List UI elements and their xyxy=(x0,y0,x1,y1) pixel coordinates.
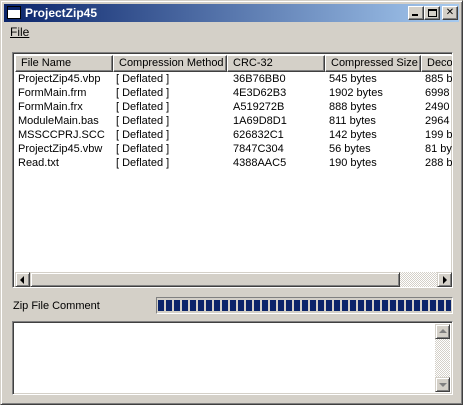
scroll-track[interactable] xyxy=(435,339,450,377)
list-header: File Name Compression Method CRC-32 Comp… xyxy=(15,55,452,72)
app-window-icon[interactable] xyxy=(7,6,21,19)
cell-file-name: ModuleMain.bas xyxy=(18,115,99,127)
cell-file-name: FormMain.frm xyxy=(18,87,87,99)
column-header-compression-method[interactable]: Compression Method xyxy=(113,55,227,72)
vertical-scrollbar[interactable] xyxy=(435,324,450,392)
list-body: ProjectZip45.vbp [ Deflated ] 36B76BB0 5… xyxy=(15,72,452,270)
cell-crc-32: A519272B xyxy=(233,101,285,113)
menu-file[interactable]: File xyxy=(10,25,29,39)
cell-crc-32: 626832C1 xyxy=(233,129,284,141)
main-window: ProjectZip45 ✕ File File Name Compressio… xyxy=(0,0,463,405)
minimize-button[interactable] xyxy=(408,6,424,20)
cell-decompressed-size: 2964 bytes xyxy=(425,115,452,127)
table-row[interactable]: ProjectZip45.vbw [ Deflated ] 7847C304 5… xyxy=(15,142,452,156)
horizontal-scrollbar[interactable] xyxy=(15,272,452,287)
column-header-compressed-size[interactable]: Compressed Size xyxy=(325,55,421,72)
progress-bar xyxy=(156,297,453,314)
cell-compressed-size: 811 bytes xyxy=(329,115,376,127)
cell-crc-32: 36B76BB0 xyxy=(233,73,286,85)
arrow-right-icon xyxy=(443,276,447,284)
table-row[interactable]: MSSCCPRJ.SCC [ Deflated ] 626832C1 142 b… xyxy=(15,128,452,142)
cell-decompressed-size: 6998 bytes xyxy=(425,87,452,99)
scroll-left-button[interactable] xyxy=(15,272,30,287)
zip-file-list[interactable]: File Name Compression Method CRC-32 Comp… xyxy=(12,52,453,288)
maximize-button[interactable] xyxy=(424,6,440,20)
cell-crc-32: 7847C304 xyxy=(233,143,284,155)
arrow-up-icon xyxy=(439,329,447,333)
close-button[interactable]: ✕ xyxy=(442,6,458,20)
maximize-icon xyxy=(428,9,437,17)
cell-compression-method: [ Deflated ] xyxy=(116,73,170,85)
progress-bar-fill xyxy=(158,300,451,311)
table-row[interactable]: FormMain.frx [ Deflated ] A519272B 888 b… xyxy=(15,100,452,114)
scroll-up-button[interactable] xyxy=(435,324,450,339)
cell-compressed-size: 888 bytes xyxy=(329,101,377,113)
cell-file-name: ProjectZip45.vbw xyxy=(18,143,103,155)
cell-file-name: FormMain.frx xyxy=(18,101,83,113)
cell-file-name: Read.txt xyxy=(18,157,59,169)
column-header-decompressed-size[interactable]: Decompressed Size xyxy=(421,55,452,72)
cell-compressed-size: 1902 bytes xyxy=(329,87,383,99)
cell-compression-method: [ Deflated ] xyxy=(116,101,170,113)
cell-compression-method: [ Deflated ] xyxy=(116,143,170,155)
cell-compression-method: [ Deflated ] xyxy=(116,87,170,99)
table-row[interactable]: ProjectZip45.vbp [ Deflated ] 36B76BB0 5… xyxy=(15,72,452,86)
menu-file-label: File xyxy=(10,25,30,39)
minimize-icon xyxy=(412,14,418,16)
scroll-thumb[interactable] xyxy=(30,272,400,287)
cell-file-name: MSSCCPRJ.SCC xyxy=(18,129,105,141)
cell-decompressed-size: 288 bytes xyxy=(425,157,452,169)
table-row[interactable]: Read.txt [ Deflated ] 4388AAC5 190 bytes… xyxy=(15,156,452,170)
cell-compression-method: [ Deflated ] xyxy=(116,115,170,127)
window-title: ProjectZip45 xyxy=(25,6,98,20)
cell-compressed-size: 142 bytes xyxy=(329,129,377,141)
close-icon: ✕ xyxy=(445,7,455,18)
cell-file-name: ProjectZip45.vbp xyxy=(18,73,101,85)
cell-crc-32: 1A69D8D1 xyxy=(233,115,287,127)
cell-decompressed-size: 2490 bytes xyxy=(425,101,452,113)
cell-compression-method: [ Deflated ] xyxy=(116,129,170,141)
cell-compressed-size: 56 bytes xyxy=(329,143,371,155)
title-bar[interactable]: ProjectZip45 ✕ xyxy=(4,4,459,22)
cell-compressed-size: 190 bytes xyxy=(329,157,377,169)
cell-compressed-size: 545 bytes xyxy=(329,73,377,85)
cell-decompressed-size: 81 bytes xyxy=(425,143,452,155)
column-header-crc-32[interactable]: CRC-32 xyxy=(227,55,325,72)
arrow-down-icon xyxy=(439,383,447,387)
cell-decompressed-size: 885 bytes xyxy=(425,73,452,85)
arrow-left-icon xyxy=(20,276,24,284)
cell-crc-32: 4388AAC5 xyxy=(233,157,287,169)
table-row[interactable]: ModuleMain.bas [ Deflated ] 1A69D8D1 811… xyxy=(15,114,452,128)
cell-compression-method: [ Deflated ] xyxy=(116,157,170,169)
scroll-down-button[interactable] xyxy=(435,377,450,392)
menu-bar: File xyxy=(4,23,459,41)
zip-file-comment-textarea[interactable] xyxy=(12,321,453,395)
cell-decompressed-size: 199 bytes xyxy=(425,129,452,141)
scroll-right-button[interactable] xyxy=(437,272,452,287)
zip-file-comment-label: Zip File Comment xyxy=(13,300,100,312)
column-header-file-name[interactable]: File Name xyxy=(15,55,113,72)
table-row[interactable]: FormMain.frm [ Deflated ] 4E3D62B3 1902 … xyxy=(15,86,452,100)
cell-crc-32: 4E3D62B3 xyxy=(233,87,287,99)
